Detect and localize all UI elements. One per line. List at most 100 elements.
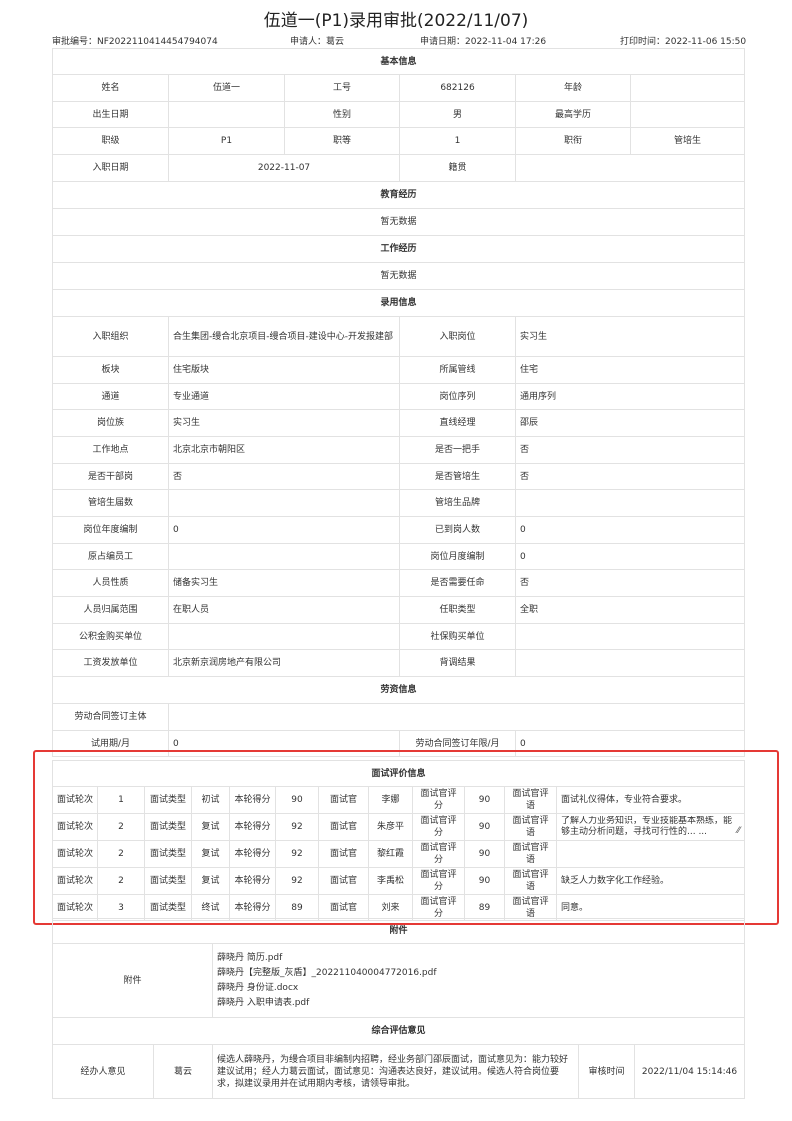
contract-term-label: 劳动合同签订年限/月	[399, 730, 516, 757]
interview-row: 面试轮次 2 面试类型 复试 本轮得分 92 面试官 黎红霞 面试官评分 90 …	[52, 840, 746, 868]
grade-label: 职级	[52, 127, 169, 155]
comment-textarea[interactable]: 了解人力业务知识，专业技能基本熟练，能够主动分析问题，寻找可行性的... ...…	[555, 813, 746, 841]
hire-field-label: 岗位族	[52, 409, 169, 437]
rating-value: 90	[464, 786, 505, 814]
attachment-link[interactable]: 薛晓丹【完整版_灰盾】_202211040004772016.pdf	[217, 966, 740, 981]
hire-field-label: 管培生品牌	[399, 489, 516, 517]
review-time-label: 审核时间	[578, 1044, 635, 1099]
attachment-link[interactable]: 薛晓丹 入职申请表.pdf	[217, 996, 740, 1011]
interviewer-label: 面试官	[318, 894, 369, 921]
hire-field-label: 背调结果	[399, 649, 516, 677]
rank-label: 职等	[284, 127, 400, 155]
birthdate-value	[168, 101, 285, 128]
hire-field-value	[514, 489, 746, 517]
hire-field-label: 是否一把手	[399, 436, 516, 464]
interviewer-label: 面试官	[318, 840, 369, 868]
comment-label: 面试官评语	[504, 894, 557, 921]
education-level-value	[629, 101, 746, 128]
score-label: 本轮得分	[229, 813, 276, 841]
hire-field-value	[168, 489, 400, 517]
interview-table: 面试评价信息 面试轮次 1 面试类型 初试 本轮得分 90 面试官 李娜 面试官…	[51, 760, 746, 921]
hire-field-value: 北京北京市朝阳区	[168, 436, 400, 464]
name-value: 伍道一	[168, 74, 285, 102]
round-value: 2	[97, 867, 145, 895]
round-label: 面试轮次	[52, 786, 98, 814]
contract-term-value: 0	[514, 730, 746, 757]
interviewer-label: 面试官	[318, 867, 369, 895]
post-label: 入职岗位	[399, 316, 516, 357]
type-value: 初试	[191, 786, 230, 814]
round-value: 2	[97, 840, 145, 868]
hire-field-label: 公积金购买单位	[52, 623, 169, 650]
rating-label: 面试官评分	[412, 840, 465, 868]
hire-field-value: 0	[514, 543, 746, 570]
hire-field-value: 0	[514, 516, 746, 544]
attachment-link[interactable]: 薛晓丹 身份证.docx	[217, 981, 740, 996]
score-value: 92	[275, 813, 319, 841]
type-label: 面试类型	[144, 786, 192, 814]
approval-number: 审批编号：NF2022110414454794074	[52, 37, 218, 47]
round-value: 2	[97, 813, 145, 841]
review-time-value: 2022/11/04 15:14:46	[633, 1044, 746, 1099]
hire-field-value	[514, 649, 746, 677]
gender-value: 男	[399, 101, 516, 128]
interviewer-value: 黎红霞	[368, 840, 413, 868]
hire-field-value: 专业通道	[168, 383, 400, 410]
hire-field-label: 是否干部岗	[52, 463, 169, 490]
type-label: 面试类型	[144, 894, 192, 921]
rating-label: 面试官评分	[412, 894, 465, 921]
round-label: 面试轮次	[52, 840, 98, 868]
rating-label: 面试官评分	[412, 867, 465, 895]
score-value: 92	[275, 840, 319, 868]
rating-value: 90	[464, 813, 505, 841]
age-label: 年龄	[515, 74, 631, 102]
type-value: 复试	[191, 867, 230, 895]
attachment-link[interactable]: 薛晓丹 简历.pdf	[217, 951, 740, 966]
gender-label: 性别	[284, 101, 400, 128]
round-label: 面试轮次	[52, 813, 98, 841]
resize-handle-icon[interactable]: ⁄⁄	[737, 825, 740, 837]
score-value: 92	[275, 867, 319, 895]
round-label: 面试轮次	[52, 894, 98, 921]
org-label: 入职组织	[52, 316, 169, 357]
hire-field-label: 任职类型	[399, 596, 516, 624]
attachment-label: 附件	[52, 943, 213, 1018]
post-value: 实习生	[514, 316, 746, 357]
probation-label: 试用期/月	[52, 730, 169, 757]
section-interview: 面试评价信息	[51, 760, 746, 787]
hire-field-value	[168, 623, 400, 650]
hire-field-label: 岗位月度编制	[399, 543, 516, 570]
hire-field-label: 已到岗人数	[399, 516, 516, 544]
rating-label: 面试官评分	[412, 813, 465, 841]
round-label: 面试轮次	[52, 867, 98, 895]
print-time: 打印时间：2022-11-06 15:50	[620, 37, 747, 47]
hire-field-value: 否	[168, 463, 400, 490]
section-attachments: 附件	[51, 918, 746, 944]
comment-text: 了解人力业务知识，专业技能基本熟练，能够主动分析问题，寻找可行性的... ...	[561, 816, 733, 837]
score-label: 本轮得分	[229, 894, 276, 921]
comment-value: 面试礼仪得体，专业符合要求。	[555, 786, 746, 814]
hire-field-value: 北京新京润房地产有限公司	[168, 649, 400, 677]
handler-name: 葛云	[153, 1044, 213, 1099]
hire-field-label: 所属管线	[399, 356, 516, 384]
hire-field-label: 通道	[52, 383, 169, 410]
score-value: 89	[275, 894, 319, 921]
comment-label: 面试官评语	[504, 813, 557, 841]
employee-id-value: 682126	[399, 74, 516, 102]
rating-value: 90	[464, 840, 505, 868]
hire-field-label: 是否管培生	[399, 463, 516, 490]
comment-value: 同意。	[555, 894, 746, 921]
section-assessment: 综合评估意见	[51, 1017, 746, 1045]
hire-field-value: 否	[514, 569, 746, 597]
probation-value: 0	[168, 730, 400, 757]
name-label: 姓名	[52, 74, 169, 102]
type-label: 面试类型	[144, 867, 192, 895]
entry-date-label: 入职日期	[52, 154, 169, 182]
section-hire-info: 录用信息	[51, 289, 746, 317]
hire-field-value: 储备实习生	[168, 569, 400, 597]
hire-field-value: 在职人员	[168, 596, 400, 624]
interviewer-value: 朱彦平	[368, 813, 413, 841]
hire-field-label: 原占编员工	[52, 543, 169, 570]
interviewer-label: 面试官	[318, 786, 369, 814]
interview-row: 面试轮次 2 面试类型 复试 本轮得分 92 面试官 李禹松 面试官评分 90 …	[52, 867, 746, 895]
